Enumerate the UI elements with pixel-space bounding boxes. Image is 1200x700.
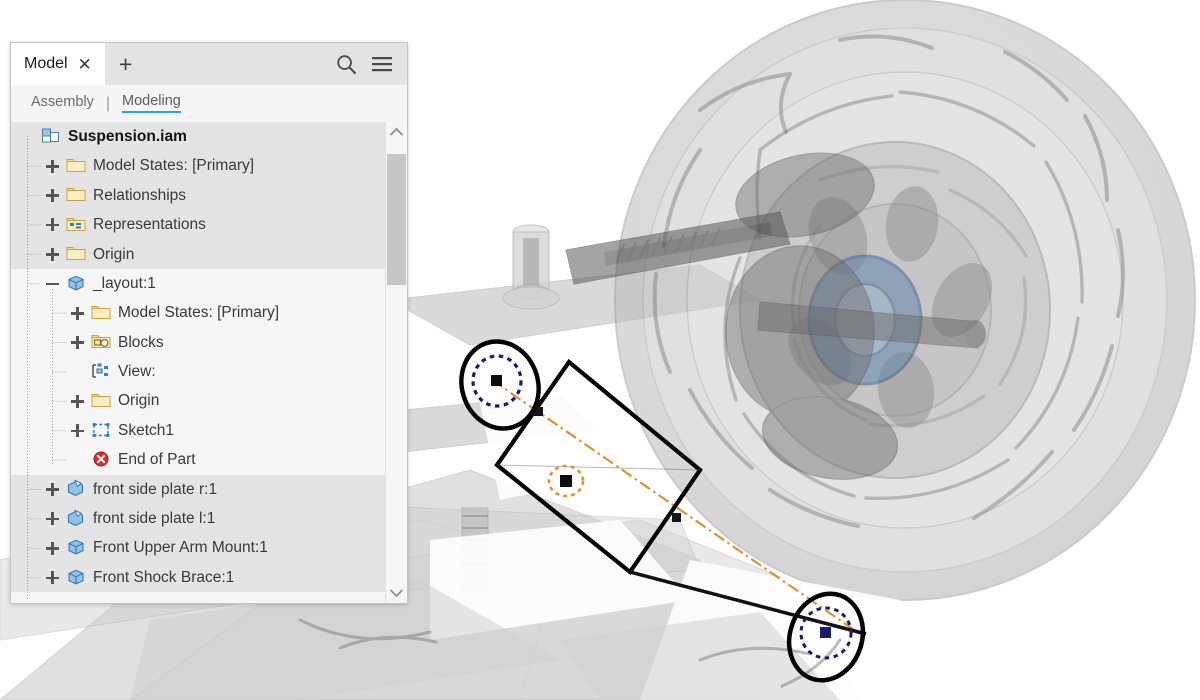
browser-tab-strip: Model ✕ +: [11, 43, 407, 85]
expand-plus-icon[interactable]: [46, 247, 59, 261]
model-browser-panel[interactable]: Model ✕ + Assembly | Modeling Suspension…: [10, 42, 408, 604]
close-icon[interactable]: ✕: [77, 56, 93, 73]
tree-item-label: Origin: [118, 392, 160, 410]
browser-header-icons: [336, 43, 407, 85]
tree-item-label: Representations: [93, 216, 206, 234]
expand-plus-icon[interactable]: [71, 394, 84, 408]
tree-item-view[interactable]: View:: [11, 357, 385, 387]
collapse-minus-icon[interactable]: [46, 277, 59, 290]
tree-item-label: Front Upper Arm Mount:1: [93, 539, 268, 557]
sub-tab-separator: |: [105, 94, 111, 112]
tree-no-expander: [21, 130, 34, 143]
tree-item-relationships[interactable]: Relationships: [11, 180, 385, 211]
tree-item-label: End of Part: [118, 451, 196, 469]
folder-icon: [66, 156, 88, 176]
sheetmetal-part-icon: [66, 509, 88, 529]
sketch-icon: [91, 421, 113, 441]
tree-item-label: Suspension.iam: [68, 127, 187, 145]
tab-assembly[interactable]: Assembly: [31, 95, 94, 112]
blocks-folder-icon: [91, 332, 113, 352]
tree-item-label: Front Shock Brace:1: [93, 568, 235, 586]
browser-tree-area: Suspension.iam Model States: [Primary] Rel…: [11, 122, 407, 603]
tree-item-model-states-primary[interactable]: Model States: [Primary]: [11, 298, 385, 328]
tree-item-layout-1[interactable]: _layout:1: [11, 268, 385, 299]
expand-plus-icon[interactable]: [46, 512, 59, 526]
tree-item-front-side-plate-l-1[interactable]: front side plate l:1: [11, 504, 385, 534]
assembly-document-icon: [41, 127, 63, 147]
representations-folder-icon: [66, 215, 88, 235]
tree-item-front-shock-brace-1[interactable]: Front Shock Brace:1: [11, 562, 385, 593]
scrollbar-thumb[interactable]: [387, 154, 406, 285]
expand-plus-icon[interactable]: [71, 306, 84, 320]
view-icon: [91, 362, 113, 382]
folder-icon: [91, 391, 113, 411]
tree-item-front-side-plate-r-1[interactable]: front side plate r:1: [11, 474, 385, 505]
new-tab-button[interactable]: +: [105, 43, 147, 85]
hamburger-menu-icon[interactable]: [371, 55, 393, 73]
tab-model[interactable]: Model ✕: [11, 43, 105, 85]
expand-plus-icon[interactable]: [46, 218, 59, 232]
tree-no-expander: [71, 453, 84, 466]
expand-plus-icon[interactable]: [46, 571, 59, 585]
tree-item-sketch1[interactable]: Sketch1: [11, 415, 385, 446]
expand-plus-icon[interactable]: [46, 188, 59, 202]
tree-item-label: Origin: [93, 245, 135, 263]
tree-item-label: Sketch1: [118, 421, 175, 439]
part-cube-icon: [66, 538, 88, 558]
expand-plus-icon[interactable]: [46, 159, 59, 173]
expand-plus-icon[interactable]: [46, 541, 59, 555]
tree-no-expander: [71, 365, 84, 378]
tree-item-label: front side plate r:1: [93, 480, 218, 498]
sheetmetal-part-icon: [66, 479, 88, 499]
tree-item-label: Model States: [Primary]: [118, 304, 280, 322]
tab-modeling[interactable]: Modeling: [122, 94, 181, 114]
tree-item-representations[interactable]: Representations: [11, 210, 385, 240]
tree-scrollbar[interactable]: [385, 122, 407, 603]
folder-icon: [66, 244, 88, 264]
tree-item-label: front side plate l:1: [93, 510, 216, 528]
tree-item-origin[interactable]: Origin: [11, 239, 385, 269]
end-of-part-icon: [91, 450, 113, 470]
scroll-up-arrow[interactable]: [386, 122, 407, 142]
model-tree[interactable]: Suspension.iam Model States: [Primary] Rel…: [11, 122, 385, 603]
tree-item-origin[interactable]: Origin: [11, 386, 385, 416]
tree-item-label: View:: [118, 363, 156, 381]
tree-item-end-of-part[interactable]: End of Part: [11, 445, 385, 475]
part-cube-icon: [66, 274, 88, 294]
expand-plus-icon[interactable]: [46, 482, 59, 496]
tab-model-label: Model: [24, 55, 68, 72]
search-icon[interactable]: [336, 54, 357, 75]
tree-item-label: Relationships: [93, 186, 187, 204]
expand-plus-icon[interactable]: [71, 335, 84, 349]
tree-item-label: _layout:1: [93, 274, 156, 292]
tree-item-blocks[interactable]: Blocks: [11, 327, 385, 358]
tree-item-label: Model States: [Primary]: [93, 157, 255, 175]
browser-sub-tabs: Assembly | Modeling: [11, 85, 407, 122]
tree-item-front-upper-arm-mount-1[interactable]: Front Upper Arm Mount:1: [11, 533, 385, 563]
part-cube-icon: [66, 568, 88, 588]
expand-plus-icon[interactable]: [71, 424, 84, 438]
folder-icon: [91, 303, 113, 323]
tree-item-label: Blocks: [118, 333, 164, 351]
scroll-down-arrow[interactable]: [386, 583, 407, 603]
edge-midpoint-lower: [672, 513, 681, 522]
folder-icon: [66, 185, 88, 205]
tab-strip-spacer: [147, 43, 336, 85]
tree-item-suspension-iam[interactable]: Suspension.iam: [11, 122, 385, 152]
tree-item-model-states-primary[interactable]: Model States: [Primary]: [11, 151, 385, 181]
